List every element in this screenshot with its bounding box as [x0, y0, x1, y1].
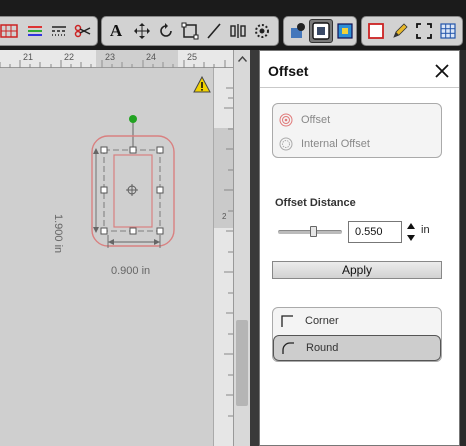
window-edge	[460, 50, 466, 446]
ruler-label: 21	[23, 52, 34, 62]
canvas-vertical-scrollbar[interactable]	[233, 50, 250, 446]
corner-round-icon	[282, 342, 294, 354]
scroll-thumb[interactable]	[236, 320, 248, 406]
offset-distance-unit: in	[421, 224, 430, 236]
warning-icon[interactable]	[193, 76, 211, 93]
scroll-up-button[interactable]	[234, 52, 251, 66]
offset-panel: Offset Offset Internal Offset Offset Dis…	[259, 50, 460, 446]
settings-wheel-icon	[255, 24, 269, 38]
height-dimension-label: 1.900 in	[52, 214, 64, 254]
offset-distance-spinner[interactable]	[406, 221, 416, 243]
rotate-handle[interactable]	[129, 115, 137, 123]
line-tool-button[interactable]	[202, 19, 226, 43]
mat-edge-ruler: 2	[213, 68, 233, 446]
offset-outer-icon	[279, 113, 293, 127]
move-button[interactable]	[130, 19, 154, 43]
page-frame-icon	[368, 23, 384, 39]
selected-shape[interactable]	[80, 110, 190, 290]
line-style-button[interactable]	[47, 19, 71, 43]
grid-button[interactable]	[436, 19, 460, 43]
align-icon	[230, 24, 246, 38]
fill-icon	[337, 23, 353, 39]
grid-icon	[440, 23, 456, 39]
rotate-icon	[160, 23, 172, 37]
shadow-icon	[291, 23, 305, 38]
transform-button[interactable]	[178, 19, 202, 43]
effect-tools-group	[283, 16, 357, 46]
panel-separator	[250, 50, 259, 446]
offset-icon	[312, 22, 330, 40]
view-tools-group	[0, 16, 98, 46]
spin-up-icon[interactable]	[407, 223, 415, 229]
spin-down-icon[interactable]	[407, 235, 415, 241]
ruler-label: 25	[187, 52, 198, 62]
horizontal-ruler: 21 22 23 24 25	[0, 50, 233, 68]
grid-mat-button[interactable]	[0, 19, 21, 43]
close-icon	[435, 64, 449, 78]
text-tool-button[interactable]: A	[104, 19, 128, 43]
ruler-ticks	[0, 50, 226, 68]
grid-mat-icon	[0, 24, 18, 38]
line-style-icon	[52, 26, 66, 36]
pencil-icon	[393, 23, 408, 38]
panel-divider	[260, 87, 459, 88]
internal-offset-option-label: Internal Offset	[301, 138, 370, 150]
corner-sharp-icon	[281, 315, 293, 327]
vertical-ruler-label: 2	[222, 212, 227, 221]
round-option-label: Round	[306, 342, 339, 354]
fullscreen-icon	[416, 23, 432, 39]
ruler-label: 24	[146, 52, 157, 62]
knife-icon	[74, 24, 91, 38]
color-lines-icon	[28, 26, 42, 36]
panel-title: Offset	[268, 63, 309, 79]
page-tools-group	[361, 16, 463, 46]
fullscreen-button[interactable]	[412, 19, 436, 43]
width-dimension-label: 0.900 in	[111, 265, 151, 277]
offset-option-label: Offset	[301, 114, 331, 126]
edit-tools-group: A	[101, 16, 279, 46]
shadow-button[interactable]	[286, 19, 310, 43]
page-frame-button[interactable]	[364, 19, 388, 43]
original-shape	[113, 154, 153, 228]
corner-option[interactable]: Corner	[273, 308, 441, 334]
ruler-label: 22	[64, 52, 75, 62]
pencil-button[interactable]	[388, 19, 412, 43]
mat-ruler-ticks	[214, 87, 233, 417]
cut-button[interactable]	[71, 19, 95, 43]
fill-button[interactable]	[333, 19, 357, 43]
ruler-label: 23	[105, 52, 116, 62]
offset-distance-label: Offset Distance	[275, 197, 356, 209]
align-button[interactable]	[226, 19, 250, 43]
corner-option-label: Corner	[305, 315, 339, 327]
corner-type-group: Corner Round	[272, 307, 442, 362]
move-icon	[134, 23, 150, 39]
line-tool-icon	[207, 23, 221, 39]
line-color-button[interactable]	[23, 19, 47, 43]
internal-offset-option[interactable]: Internal Offset	[279, 134, 370, 154]
close-button[interactable]	[432, 61, 452, 81]
offset-distance-input[interactable]	[348, 221, 402, 243]
offset-option[interactable]: Offset	[279, 110, 330, 130]
offset-inner-icon	[279, 137, 293, 151]
transform-icon	[181, 22, 199, 40]
offset-button[interactable]	[309, 19, 333, 43]
offset-type-group: Offset Internal Offset	[272, 103, 442, 158]
rotate-button[interactable]	[154, 19, 178, 43]
main-toolbar: A	[0, 0, 466, 50]
text-tool-icon: A	[109, 21, 123, 40]
settings-button[interactable]	[250, 19, 274, 43]
offset-distance-slider-thumb[interactable]	[309, 226, 317, 237]
round-option[interactable]: Round	[273, 335, 441, 361]
chevron-up-icon	[238, 56, 247, 62]
apply-button[interactable]: Apply	[272, 261, 442, 279]
design-canvas[interactable]: 21 22 23 24 25 2 1.900 in 0.900 in	[0, 50, 233, 446]
